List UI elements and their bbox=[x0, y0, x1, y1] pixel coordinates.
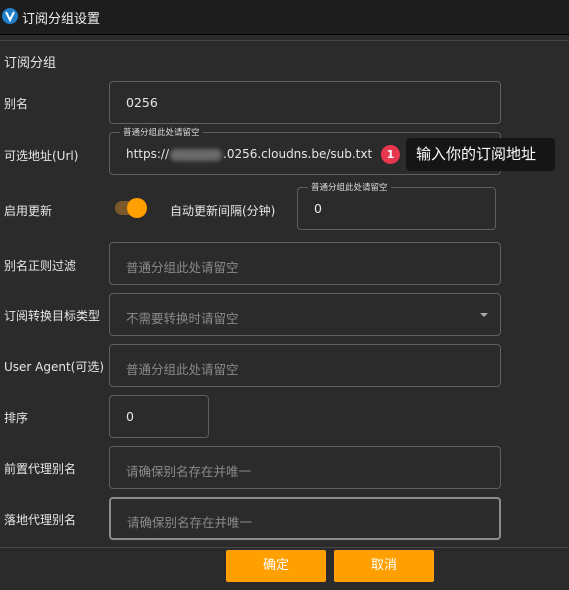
redacted-blur bbox=[170, 148, 223, 161]
alias-input[interactable]: 0256 bbox=[109, 81, 501, 124]
ok-button[interactable]: 确定 bbox=[226, 550, 326, 582]
title-bar: 订阅分组设置 bbox=[0, 0, 569, 35]
auto-update-label: 启用更新 bbox=[4, 204, 53, 218]
window-title: 订阅分组设置 bbox=[22, 12, 101, 27]
convert-placeholder: 不需要转换时请留空 bbox=[126, 311, 239, 326]
toggle-knob bbox=[127, 198, 147, 218]
landing-proxy-input[interactable]: 请确保别名存在并唯一 bbox=[109, 497, 501, 540]
alias-value: 0256 bbox=[126, 95, 158, 110]
section-title: 订阅分组 bbox=[4, 56, 57, 71]
sort-input[interactable]: 0 bbox=[109, 395, 209, 438]
filter-placeholder: 普通分组此处请留空 bbox=[126, 260, 239, 275]
url-value: https://.0256.cloudns.be/sub.txt bbox=[126, 147, 373, 161]
hint-tooltip: 输入你的订阅地址 bbox=[406, 138, 555, 171]
cancel-button[interactable]: 取消 bbox=[334, 550, 434, 582]
interval-label: 自动更新间隔(分钟) bbox=[170, 204, 276, 218]
interval-float-label: 普通分组此处请留空 bbox=[308, 181, 391, 193]
url-float-label: 普通分组此处请留空 bbox=[120, 126, 203, 138]
convert-select[interactable]: 不需要转换时请留空 bbox=[109, 293, 501, 336]
auto-update-toggle[interactable] bbox=[115, 198, 147, 218]
user-agent-placeholder: 普通分组此处请留空 bbox=[126, 362, 239, 377]
sort-value: 0 bbox=[126, 409, 134, 424]
sort-label: 排序 bbox=[4, 411, 29, 425]
alias-label: 别名 bbox=[4, 97, 29, 111]
user-agent-input[interactable]: 普通分组此处请留空 bbox=[109, 344, 501, 387]
prev-proxy-input[interactable]: 请确保别名存在并唯一 bbox=[109, 446, 501, 489]
url-label: 可选地址(Url) bbox=[4, 149, 79, 163]
chevron-down-icon bbox=[480, 313, 488, 317]
convert-label: 订阅转换目标类型 bbox=[4, 309, 101, 323]
landing-proxy-label: 落地代理别名 bbox=[4, 513, 77, 527]
v2ray-logo-icon bbox=[2, 8, 18, 24]
prev-proxy-placeholder: 请确保别名存在并唯一 bbox=[126, 464, 252, 479]
interval-input[interactable]: 普通分组此处请留空 0 bbox=[297, 181, 496, 230]
user-agent-label: User Agent(可选) bbox=[4, 360, 105, 374]
interval-value: 0 bbox=[314, 201, 322, 216]
prev-proxy-label: 前置代理别名 bbox=[4, 462, 77, 476]
filter-input[interactable]: 普通分组此处请留空 bbox=[109, 242, 501, 285]
filter-label: 别名正则过滤 bbox=[4, 259, 77, 273]
step-badge: 1 bbox=[381, 145, 400, 164]
landing-proxy-placeholder: 请确保别名存在并唯一 bbox=[127, 515, 253, 530]
